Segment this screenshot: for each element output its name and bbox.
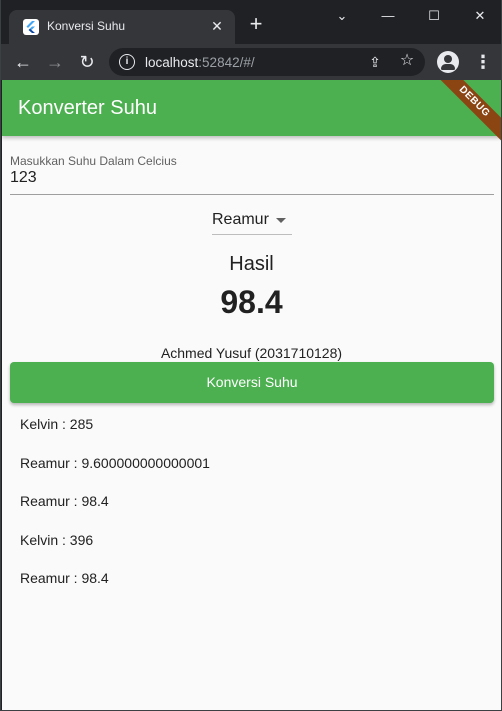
- unit-dropdown-value: Reamur: [212, 211, 269, 228]
- new-tab-icon[interactable]: +: [245, 13, 267, 35]
- celsius-input-label: Masukkan Suhu Dalam Celcius: [10, 154, 177, 168]
- arrow-left-icon[interactable]: ←: [11, 50, 35, 74]
- chevron-down-icon[interactable]: ⌄: [331, 6, 353, 26]
- browser-window: Konversi Suhu ✕ + ⌄ — ☐ ✕ ← → ↻ i localh…: [0, 0, 502, 711]
- history-item: Reamur : 9.600000000000001: [20, 454, 210, 471]
- result-value: 98.4: [220, 284, 283, 320]
- unit-dropdown[interactable]: Reamur: [212, 208, 292, 235]
- debug-banner: DEBUG: [429, 80, 501, 147]
- author-text: Achmed Yusuf (2031710128): [160, 345, 343, 361]
- app-bar: Konverter Suhu DEBUG: [2, 80, 501, 147]
- celsius-input-value[interactable]: 123: [10, 169, 37, 187]
- maximize-icon[interactable]: ☐: [423, 6, 445, 26]
- info-icon[interactable]: i: [119, 54, 135, 70]
- history-item: Reamur : 98.4: [20, 493, 109, 509]
- celsius-input[interactable]: Masukkan Suhu Dalam Celcius 123: [10, 154, 494, 195]
- convert-button[interactable]: Konversi Suhu: [10, 362, 494, 403]
- history-item: Kelvin : 396: [20, 531, 94, 548]
- share-icon[interactable]: ⇪: [365, 52, 385, 72]
- reload-icon[interactable]: ↻: [75, 50, 99, 74]
- history-item: Kelvin : 285: [20, 416, 94, 432]
- close-tab-icon[interactable]: ✕: [207, 16, 227, 36]
- address-bar[interactable]: i localhost:52842/#/ ⇪ ☆: [109, 48, 425, 76]
- flutter-icon: [23, 19, 39, 35]
- arrow-right-icon[interactable]: →: [43, 50, 67, 74]
- browser-toolbar: ← → ↻ i localhost:52842/#/ ⇪ ☆ ⋮: [1, 44, 501, 80]
- kebab-menu-icon[interactable]: ⋮: [473, 50, 493, 74]
- star-icon[interactable]: ☆: [397, 51, 417, 71]
- app-viewport: Konverter Suhu DEBUG Masukkan Suhu Dalam…: [2, 80, 501, 710]
- app-title: Konverter Suhu: [18, 97, 157, 119]
- tab-strip: Konversi Suhu ✕ + ⌄ — ☐ ✕: [1, 0, 501, 44]
- browser-tab[interactable]: Konversi Suhu ✕: [9, 10, 235, 44]
- minimize-icon[interactable]: —: [377, 6, 399, 26]
- history-item: Reamur : 98.4: [20, 570, 109, 586]
- history-list: Kelvin : 285 Reamur : 9.600000000000001 …: [20, 414, 490, 607]
- caret-down-icon: [276, 218, 286, 223]
- profile-icon[interactable]: [437, 51, 459, 73]
- tab-title: Konversi Suhu: [47, 19, 126, 33]
- result-label: Hasil: [229, 253, 274, 275]
- url-text[interactable]: localhost:52842/#/: [145, 55, 255, 70]
- close-window-icon[interactable]: ✕: [469, 6, 491, 26]
